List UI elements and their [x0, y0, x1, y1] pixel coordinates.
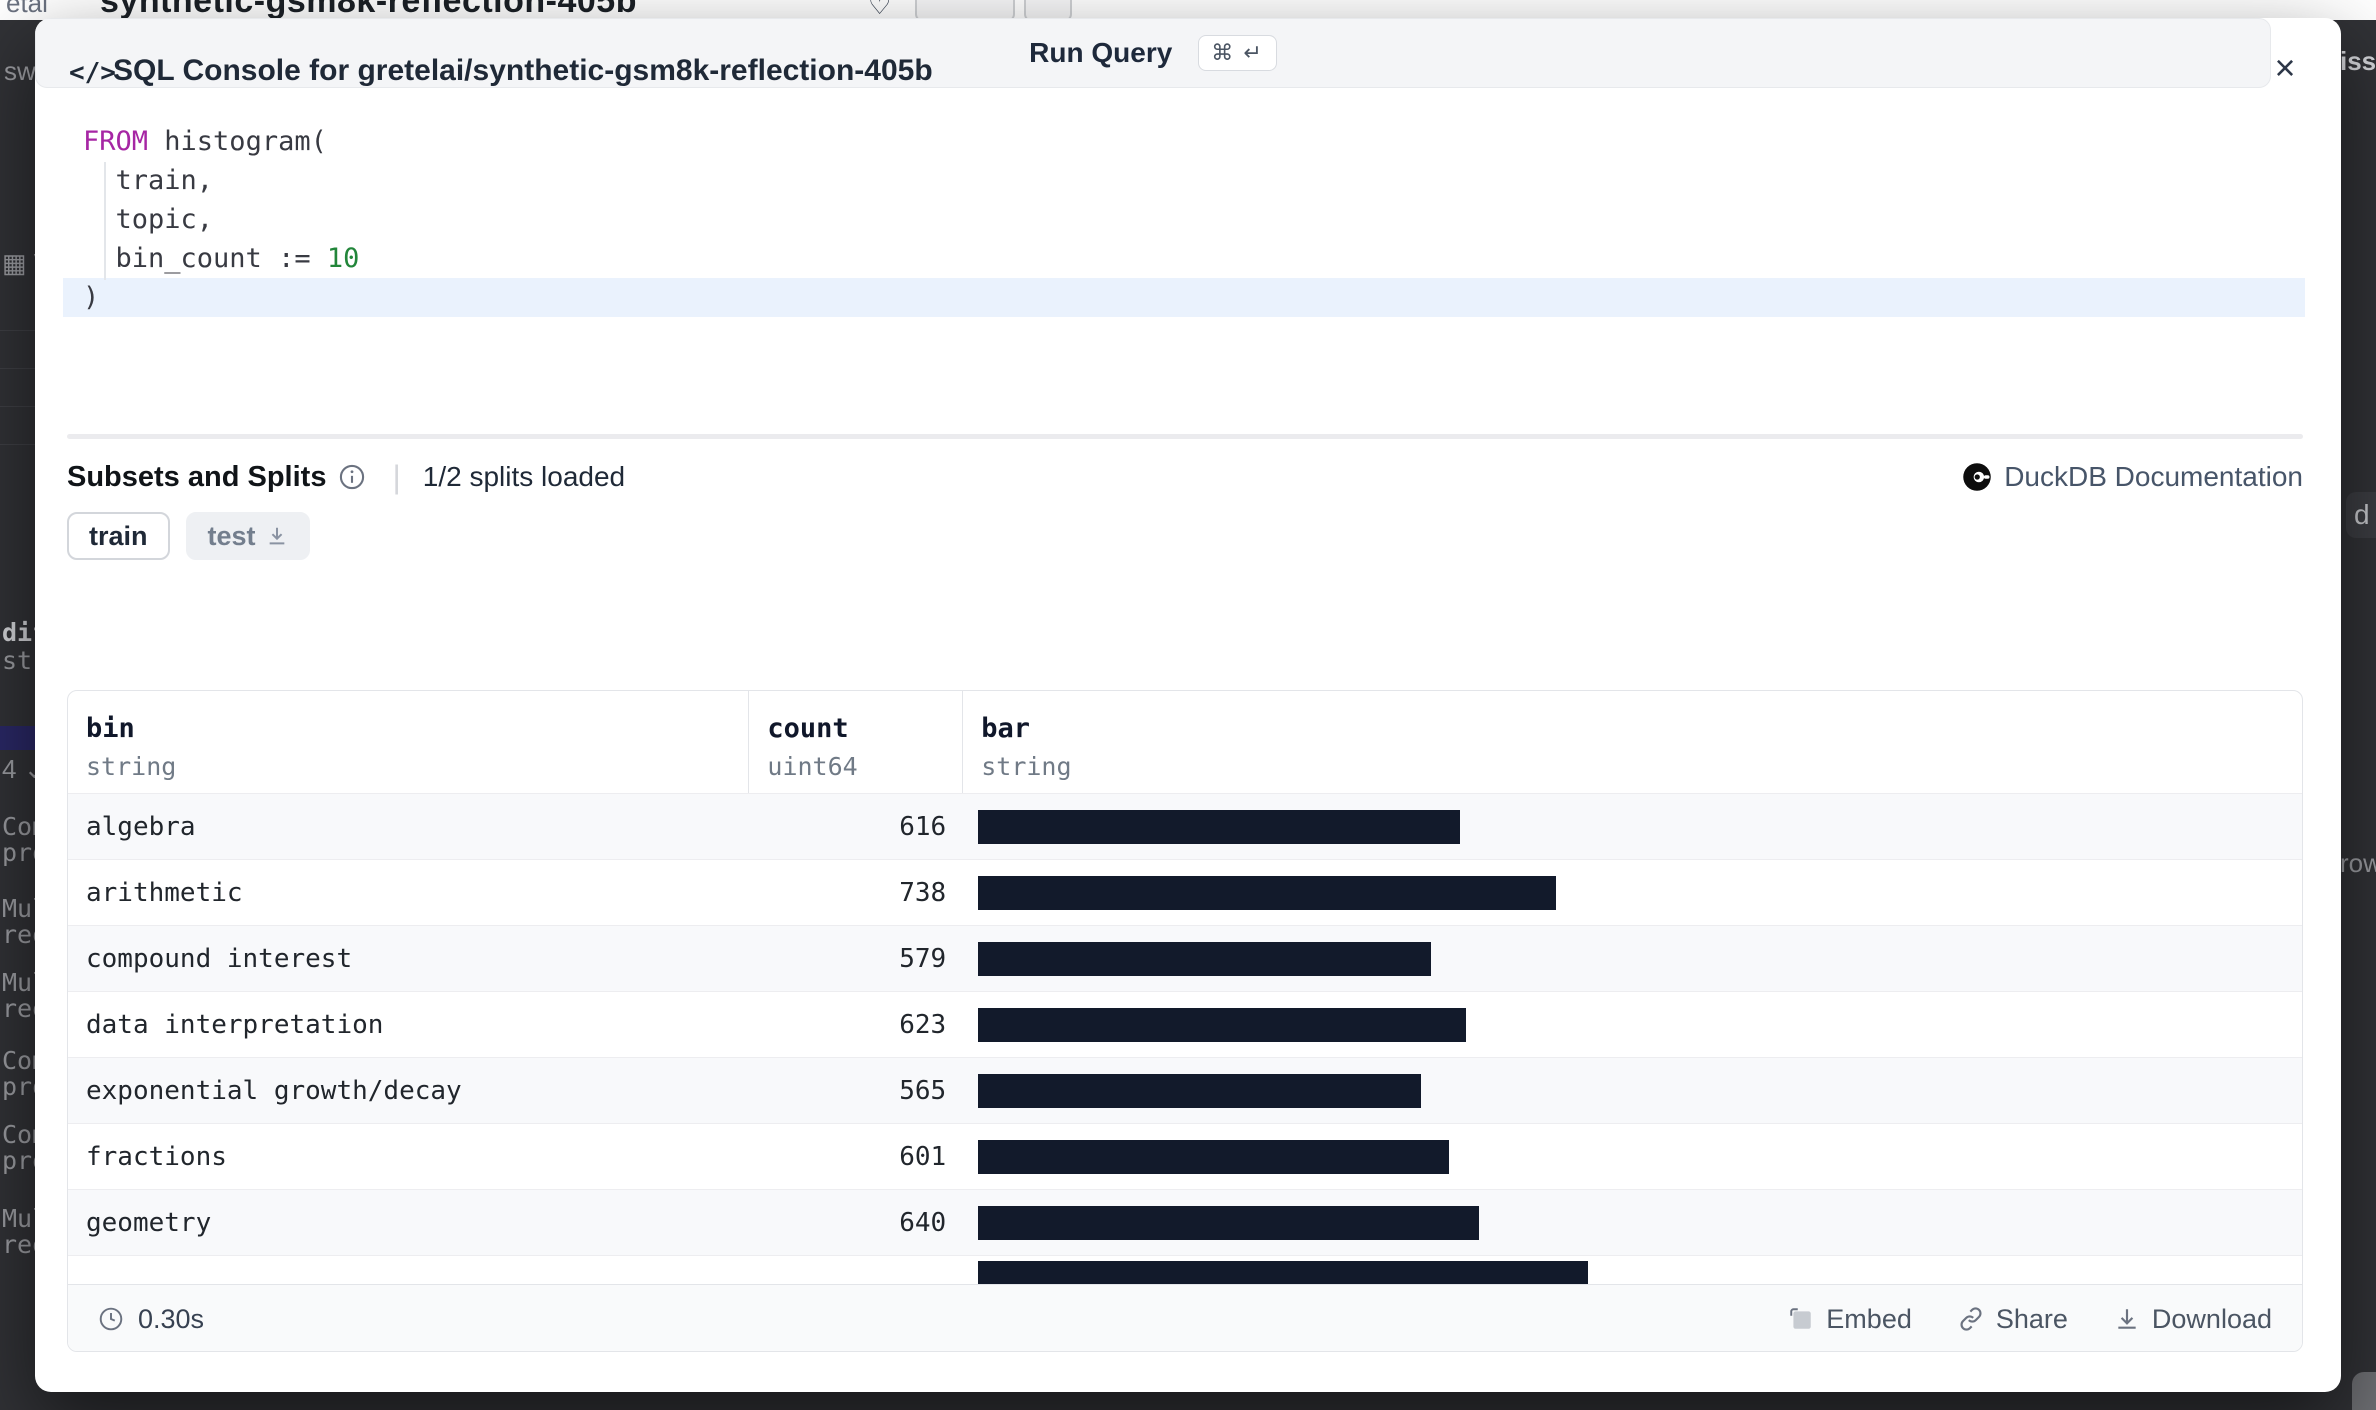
heart-icon: ♡: [868, 0, 891, 20]
code-line[interactable]: train,: [35, 161, 2341, 200]
modal-title: SQL Console for gretelai/synthetic-gsm8k…: [113, 54, 933, 88]
bin-cell: fractions: [68, 1142, 748, 1172]
splits-loaded-status: 1/2 splits loaded: [423, 461, 625, 493]
count-cell: 623: [748, 1010, 962, 1040]
count-cell: 640: [748, 1208, 962, 1238]
editor-resize-handle[interactable]: [67, 434, 2303, 439]
bin-cell: data interpretation: [68, 1010, 748, 1040]
column-header-bar: bar string: [962, 691, 2302, 793]
table-row[interactable]: exponential growth/decay565: [68, 1057, 2302, 1123]
background-dataset-namespace: etal: [6, 0, 48, 19]
query-duration: 0.30s: [98, 1304, 204, 1335]
embed-button[interactable]: Embed: [1788, 1304, 1912, 1335]
background-like-count: [1024, 0, 1072, 20]
column-header-bin: bin string: [68, 691, 748, 793]
bar-cell: [962, 1206, 2302, 1240]
table-footer: 0.30s Embed Share: [68, 1284, 2302, 1352]
info-icon[interactable]: [338, 463, 366, 491]
background-page-header: etal synthetic-gsm8k-reflection-405b ♡: [0, 0, 2376, 20]
bin-cell: exponential growth/decay: [68, 1076, 748, 1106]
bar-cell: [962, 1074, 2302, 1108]
sql-editor[interactable]: FROM histogram( train, topic, bin_count …: [35, 122, 2341, 317]
bin-cell: geometry: [68, 1208, 748, 1238]
background-corner-shape: [2352, 1372, 2376, 1410]
code-line[interactable]: ): [63, 278, 2305, 317]
code-line[interactable]: FROM histogram(: [35, 122, 2341, 161]
bar-cell: [962, 1008, 2302, 1042]
count-cell: 616: [748, 812, 962, 842]
bar-cell: [962, 1140, 2302, 1174]
table-row[interactable]: compound interest579: [68, 925, 2302, 991]
background-button-fragment: d: [2346, 492, 2376, 538]
divider: |: [392, 459, 400, 496]
code-icon: </>: [69, 58, 116, 88]
duration-label: 0.30s: [138, 1304, 204, 1335]
table-row[interactable]: arithmetic738: [68, 859, 2302, 925]
table-row[interactable]: geometry640: [68, 1189, 2302, 1255]
download-button[interactable]: Download: [2114, 1304, 2272, 1335]
count-cell: 579: [748, 944, 962, 974]
link-icon: [1958, 1306, 1984, 1332]
table-row[interactable]: algebra616: [68, 793, 2302, 859]
sql-console-modal: </> SQL Console for gretelai/synthetic-g…: [35, 18, 2341, 1392]
split-button-test[interactable]: test: [186, 512, 310, 560]
bin-cell: arithmetic: [68, 878, 748, 908]
bin-cell: compound interest: [68, 944, 748, 974]
download-icon: [2114, 1306, 2140, 1332]
run-query-label: Run Query: [1029, 37, 1172, 69]
bin-cell: algebra: [68, 812, 748, 842]
table-header-row: bin string count uint64 bar string: [68, 691, 2302, 793]
bar-cell: [962, 942, 2302, 976]
count-cell: 601: [748, 1142, 962, 1172]
table-body: algebra616arithmetic738compound interest…: [68, 793, 2302, 1255]
results-table: bin string count uint64 bar string algeb…: [67, 690, 2303, 1352]
download-icon: [266, 525, 288, 547]
background-dataset-title: synthetic-gsm8k-reflection-405b: [100, 0, 637, 20]
bar-cell: [962, 810, 2302, 844]
code-line[interactable]: topic,: [35, 200, 2341, 239]
clock-icon: [98, 1306, 124, 1332]
indent-guide: [104, 162, 106, 280]
background-like-button: [915, 0, 1015, 20]
run-query-shortcut: ⌘ ↵: [1198, 35, 1277, 71]
background-selected-band: [0, 726, 35, 750]
column-header-count: count uint64: [748, 691, 962, 793]
count-cell: 738: [748, 878, 962, 908]
duckdb-documentation-link[interactable]: DuckDB Documentation: [1962, 456, 2303, 498]
doc-link-label: DuckDB Documentation: [2004, 461, 2303, 493]
code-line[interactable]: bin_count := 10: [35, 239, 2341, 278]
table-row[interactable]: data interpretation623: [68, 991, 2302, 1057]
split-buttons: train test: [67, 512, 310, 560]
bar-cell: [962, 876, 2302, 910]
share-button[interactable]: Share: [1958, 1304, 2068, 1335]
table-row[interactable]: fractions601: [68, 1123, 2302, 1189]
split-button-train[interactable]: train: [67, 512, 170, 560]
duckdb-logo-icon: [1962, 462, 1992, 492]
background-text-fragment: sw: [4, 56, 36, 87]
subsets-label: Subsets and Splits: [67, 461, 326, 494]
background-text-fragment: issa: [2340, 46, 2376, 77]
close-icon[interactable]: ×: [2263, 46, 2307, 90]
count-cell: 565: [748, 1076, 962, 1106]
table-row-clipped: [68, 1255, 2302, 1284]
bar-cell: [978, 1261, 1588, 1284]
subsets-and-splits-row: Subsets and Splits | 1/2 splits loaded D…: [67, 456, 2309, 498]
embed-icon: [1788, 1306, 1814, 1332]
background-text-fragment: row: [2340, 848, 2376, 879]
